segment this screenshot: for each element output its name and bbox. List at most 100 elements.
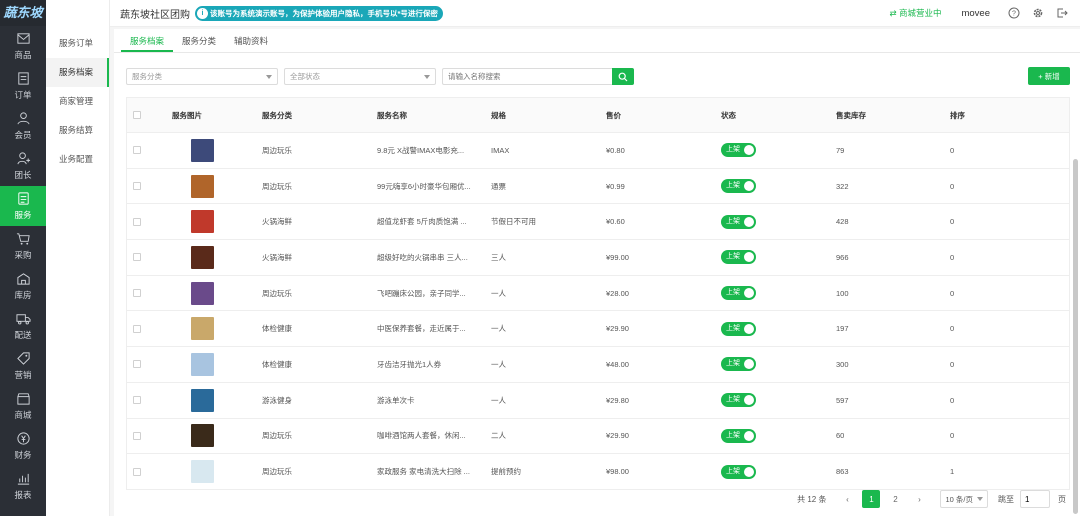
nav-item[interactable]: 服务 — [0, 186, 46, 226]
chevron-down-icon — [977, 497, 983, 501]
service-thumbnail — [191, 352, 214, 376]
table-row[interactable]: 火锅海鲜 超级好吃的火锅串串 三人... 三人 ¥99.00 上架 966 0 — [127, 239, 1069, 275]
table-row[interactable]: 体检健康 牙齿洁牙抛光1人券 一人 ¥48.00 上架 300 0 — [127, 346, 1069, 382]
nav-item[interactable]: 订单 — [0, 66, 46, 106]
cell-price: ¥98.00 — [606, 467, 629, 477]
nav-item[interactable]: 财务 — [0, 426, 46, 466]
page-size-text: 10 条/页 — [945, 494, 973, 504]
col-header: 服务分类 — [262, 110, 292, 120]
nav-item[interactable]: 商品 — [0, 26, 46, 66]
service-thumbnail — [191, 174, 214, 198]
page-size-select[interactable]: 10 条/页 — [940, 490, 988, 508]
nav-label: 财务 — [14, 450, 32, 460]
submenu-item[interactable]: 业务配置 — [46, 145, 109, 174]
row-checkbox[interactable] — [133, 146, 141, 155]
row-checkbox[interactable] — [133, 253, 141, 262]
status-label: 上架 — [726, 431, 740, 439]
cell-name: 咖啡酒馆两人套餐，休闲... — [377, 431, 466, 441]
nav-item[interactable]: 采购 — [0, 226, 46, 266]
nav-item[interactable]: 会员 — [0, 106, 46, 146]
tab[interactable]: 服务分类 — [173, 29, 225, 52]
select-all-checkbox[interactable] — [133, 111, 141, 119]
status-toggle[interactable]: 上架 — [721, 179, 756, 194]
col-header: 售价 — [606, 110, 621, 120]
top-header: 蔬东坡社区团购 i 该账号为系统演示账号，为保护体验用户隐私，手机号以*号进行保… — [110, 0, 1080, 27]
table-row[interactable]: 周边玩乐 9.8元 X战警IMAX电影充... IMAX ¥0.80 上架 79… — [127, 132, 1069, 168]
nav-label: 商城 — [14, 410, 32, 420]
status-toggle[interactable]: 上架 — [721, 464, 756, 479]
row-checkbox[interactable] — [133, 324, 141, 333]
nav-item[interactable]: 营销 — [0, 346, 46, 386]
row-checkbox[interactable] — [133, 396, 141, 405]
status-toggle[interactable]: 上架 — [721, 143, 756, 158]
category-select[interactable]: 服务分类 — [126, 68, 278, 85]
next-page-button[interactable]: › — [910, 490, 928, 508]
prev-page-button[interactable]: ‹ — [838, 490, 856, 508]
category-select-text: 服务分类 — [132, 72, 162, 81]
cell-sort: 0 — [950, 431, 955, 441]
cell-spec: 通票 — [491, 181, 506, 191]
tab[interactable]: 辅助资料 — [225, 29, 277, 52]
cell-category: 周边玩乐 — [262, 431, 292, 441]
search-input[interactable] — [442, 68, 612, 85]
nav-item[interactable]: 商城 — [0, 386, 46, 426]
row-checkbox[interactable] — [133, 360, 141, 369]
jump-page-input[interactable] — [1020, 490, 1050, 508]
table-row[interactable]: 周边玩乐 咖啡酒馆两人套餐，休闲... 二人 ¥29.90 上架 60 0 — [127, 417, 1069, 454]
logout-icon[interactable] — [1056, 7, 1068, 19]
status-toggle[interactable]: 上架 — [721, 250, 756, 265]
table-row[interactable]: 体检健康 中医保养套餐，走近属于... 一人 ¥29.90 上架 197 0 — [127, 310, 1069, 346]
submenu-item[interactable]: 商家管理 — [46, 87, 109, 116]
notice-text: 该账号为系统演示账号，为保护体验用户隐私，手机号以*号进行保密 — [210, 8, 438, 18]
submenu-item[interactable]: 服务订单 — [46, 29, 109, 58]
chevron-down-icon — [424, 74, 430, 79]
order-icon — [17, 72, 29, 85]
app-logo: 蔬东坡 — [0, 0, 46, 26]
status-select[interactable]: 全部状态 — [284, 68, 436, 85]
nav-item[interactable]: 团长 — [0, 146, 46, 186]
table-row[interactable]: 周边玩乐 99元嗨享6小时豪华包厢优... 通票 ¥0.99 上架 322 0 — [127, 167, 1069, 204]
page-button[interactable]: 1 — [862, 490, 881, 508]
nav-item[interactable]: 配送 — [0, 306, 46, 346]
nav-label: 服务 — [14, 210, 32, 220]
add-button[interactable]: + 新增 — [1028, 67, 1070, 85]
submenu-item[interactable]: 服务档案 — [46, 58, 109, 87]
row-checkbox[interactable] — [133, 217, 141, 226]
nav-item[interactable]: 库房 — [0, 266, 46, 306]
row-checkbox[interactable] — [133, 182, 141, 191]
status-toggle[interactable]: 上架 — [721, 357, 756, 372]
help-icon[interactable]: ? — [1008, 7, 1020, 19]
cell-spec: 三人 — [491, 252, 506, 262]
status-toggle[interactable]: 上架 — [721, 286, 756, 301]
total-count: 共 12 条 — [797, 494, 827, 504]
table-scrollbar[interactable] — [1073, 159, 1078, 514]
shop-status-link[interactable]: ⇄ 商城营业中 — [889, 7, 941, 19]
cell-spec: 一人 — [491, 359, 506, 369]
search-button[interactable] — [612, 68, 634, 85]
cell-spec: 一人 — [491, 324, 506, 334]
submenu-item[interactable]: 服务结算 — [46, 116, 109, 145]
status-toggle[interactable]: 上架 — [721, 321, 756, 336]
row-checkbox[interactable] — [133, 467, 141, 476]
row-checkbox[interactable] — [133, 431, 141, 440]
cell-price: ¥29.90 — [606, 431, 629, 441]
cell-sort: 0 — [950, 288, 955, 298]
table-row[interactable]: 周边玩乐 飞吧蹦床公园，亲子同学... 一人 ¥28.00 上架 100 0 — [127, 274, 1069, 311]
table-row[interactable]: 火锅海鲜 超值龙虾套 5斤肉质饱满 ... 节假日不可用 ¥0.60 上架 42… — [127, 203, 1069, 239]
status-toggle[interactable]: 上架 — [721, 214, 756, 229]
tab[interactable]: 服务档案 — [121, 29, 174, 52]
nav-item[interactable]: 报表 — [0, 466, 46, 506]
status-toggle[interactable]: 上架 — [721, 393, 756, 408]
gear-icon[interactable] — [1032, 7, 1044, 19]
cell-category: 火锅海鲜 — [262, 252, 292, 262]
cell-price: ¥29.80 — [606, 395, 629, 405]
username[interactable]: movee — [961, 8, 990, 19]
page-button[interactable]: 2 — [886, 490, 904, 508]
col-header: 排序 — [950, 110, 965, 120]
table-row[interactable]: 游泳健身 游泳单次卡 一人 ¥29.80 上架 597 0 — [127, 381, 1069, 418]
mail-icon — [16, 33, 30, 44]
cell-price: ¥28.00 — [606, 288, 629, 298]
row-checkbox[interactable] — [133, 289, 141, 298]
status-toggle[interactable]: 上架 — [721, 428, 756, 443]
table-row[interactable]: 周边玩乐 家政服务 家电清洗大扫除 ... 提前预约 ¥98.00 上架 863… — [127, 453, 1069, 489]
